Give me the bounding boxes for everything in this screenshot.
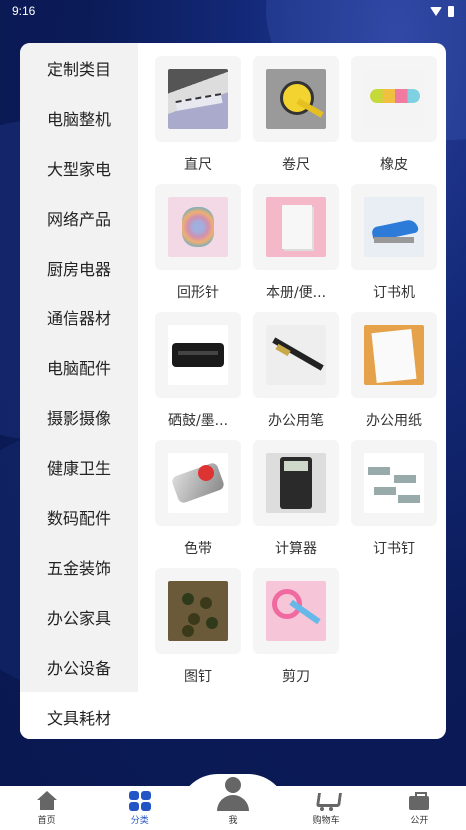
- product-label: 橡皮: [380, 157, 408, 173]
- paper-clip-image: [168, 197, 228, 257]
- sidebar-item-kitchen[interactable]: 厨房电器: [20, 243, 138, 293]
- sidebar-item-label: 电脑配件: [46, 359, 111, 379]
- staples-image: [364, 453, 424, 513]
- product-item[interactable]: 办公用笔: [247, 312, 345, 440]
- bottom-tabbar: 首页 分类 我 购物车 公开: [0, 777, 466, 830]
- sidebar-item-hardware[interactable]: 五金装饰: [20, 542, 138, 592]
- sidebar-item-digital-accessories[interactable]: 数码配件: [20, 492, 138, 542]
- sidebar-item-label: 通信器材: [46, 309, 111, 329]
- status-time: 9:16: [12, 4, 36, 18]
- product-label: 计算器: [275, 541, 317, 557]
- ribbon-image: [168, 453, 228, 513]
- tab-cart[interactable]: 购物车: [280, 791, 373, 826]
- sidebar-item-label: 办公家具: [46, 608, 111, 628]
- product-label: 剪刀: [282, 669, 310, 685]
- product-label: 订书机: [373, 285, 415, 301]
- product-label: 订书钉: [373, 541, 415, 557]
- sidebar-item-label: 厨房电器: [46, 259, 111, 279]
- product-item[interactable]: 计算器: [247, 440, 345, 568]
- sidebar-item-network[interactable]: 网络产品: [20, 193, 138, 243]
- home-icon: [36, 791, 58, 811]
- status-bar: 9:16: [0, 0, 466, 22]
- product-label: 卷尺: [282, 157, 310, 173]
- tab-public[interactable]: 公开: [373, 791, 466, 826]
- product-label: 办公用纸: [366, 413, 422, 429]
- sidebar-item-label: 摄影摄像: [46, 409, 111, 429]
- sidebar-item-computers[interactable]: 电脑整机: [20, 93, 138, 143]
- product-label: 本册/便...: [265, 285, 327, 301]
- battery-icon: [448, 5, 454, 17]
- sidebar-item-large-appliances[interactable]: 大型家电: [20, 143, 138, 193]
- tab-label: 分类: [130, 816, 149, 826]
- category-grid-icon: [128, 791, 151, 811]
- product-item[interactable]: 本册/便...: [247, 184, 345, 312]
- product-item[interactable]: 订书钉: [345, 440, 443, 568]
- product-label: 回形针: [177, 285, 219, 301]
- stapler-image: [364, 197, 424, 257]
- sidebar-item-label: 文具耗材: [46, 708, 111, 728]
- scissors-image: [266, 581, 326, 641]
- eraser-image: [364, 69, 424, 129]
- ruler-image: [168, 69, 228, 129]
- sidebar-item-label: 定制类目: [46, 59, 111, 79]
- notebook-image: [266, 197, 326, 257]
- category-panel: 定制类目 电脑整机 大型家电 网络产品 厨房电器 通信器材 电脑配件 摄影摄像 …: [20, 43, 446, 739]
- sidebar-item-communication[interactable]: 通信器材: [20, 292, 138, 342]
- sidebar-item-label: 健康卫生: [46, 459, 111, 479]
- product-label: 办公用笔: [268, 413, 324, 429]
- product-item[interactable]: 回形针: [149, 184, 247, 312]
- product-grid: 直尺 卷尺 橡皮 回形针 本册/便... 订书机 硒鼓/墨... 办公用笔 办公…: [138, 43, 446, 739]
- cart-icon: [315, 791, 337, 811]
- product-item[interactable]: 色带: [149, 440, 247, 568]
- sidebar-item-label: 大型家电: [46, 159, 111, 179]
- product-item[interactable]: 办公用纸: [345, 312, 443, 440]
- sidebar-item-label: 办公设备: [46, 658, 111, 678]
- product-label: 硒鼓/墨...: [167, 413, 229, 429]
- tab-label: 首页: [37, 816, 56, 826]
- product-item[interactable]: 橡皮: [345, 56, 443, 184]
- tab-label: 购物车: [312, 816, 340, 826]
- product-label: 色带: [184, 541, 212, 557]
- product-item[interactable]: 剪刀: [247, 568, 345, 696]
- tab-me[interactable]: 我: [186, 777, 279, 826]
- category-sidebar: 定制类目 电脑整机 大型家电 网络产品 厨房电器 通信器材 电脑配件 摄影摄像 …: [20, 43, 138, 739]
- product-item[interactable]: 卷尺: [247, 56, 345, 184]
- product-item[interactable]: 直尺: [149, 56, 247, 184]
- tape-measure-image: [266, 69, 326, 129]
- paper-image: [364, 325, 424, 385]
- product-item[interactable]: 硒鼓/墨...: [149, 312, 247, 440]
- tab-label: 公开: [410, 816, 429, 826]
- sidebar-item-label: 电脑整机: [46, 109, 111, 129]
- sidebar-item-label: 数码配件: [46, 508, 111, 528]
- wifi-icon: [430, 6, 442, 16]
- product-item[interactable]: 订书机: [345, 184, 443, 312]
- sidebar-item-office-furniture[interactable]: 办公家具: [20, 592, 138, 642]
- user-avatar-icon: [215, 777, 251, 811]
- sidebar-item-label: 五金装饰: [46, 558, 111, 578]
- sidebar-item-photography[interactable]: 摄影摄像: [20, 392, 138, 442]
- sidebar-item-custom[interactable]: 定制类目: [20, 43, 138, 93]
- product-label: 直尺: [184, 157, 212, 173]
- product-label: 图钉: [184, 669, 212, 685]
- briefcase-icon: [408, 791, 430, 811]
- thumbtack-image: [168, 581, 228, 641]
- calculator-image: [266, 453, 326, 513]
- sidebar-item-health[interactable]: 健康卫生: [20, 442, 138, 492]
- pen-image: [266, 325, 326, 385]
- tab-label: 我: [228, 816, 238, 826]
- product-item[interactable]: 图钉: [149, 568, 247, 696]
- toner-cartridge-image: [168, 325, 228, 385]
- sidebar-item-office-equipment[interactable]: 办公设备: [20, 642, 138, 692]
- sidebar-item-computer-accessories[interactable]: 电脑配件: [20, 342, 138, 392]
- sidebar-item-label: 网络产品: [46, 209, 111, 229]
- sidebar-item-stationery[interactable]: 文具耗材: [20, 691, 138, 739]
- tab-home[interactable]: 首页: [0, 791, 93, 826]
- tab-category[interactable]: 分类: [93, 791, 186, 826]
